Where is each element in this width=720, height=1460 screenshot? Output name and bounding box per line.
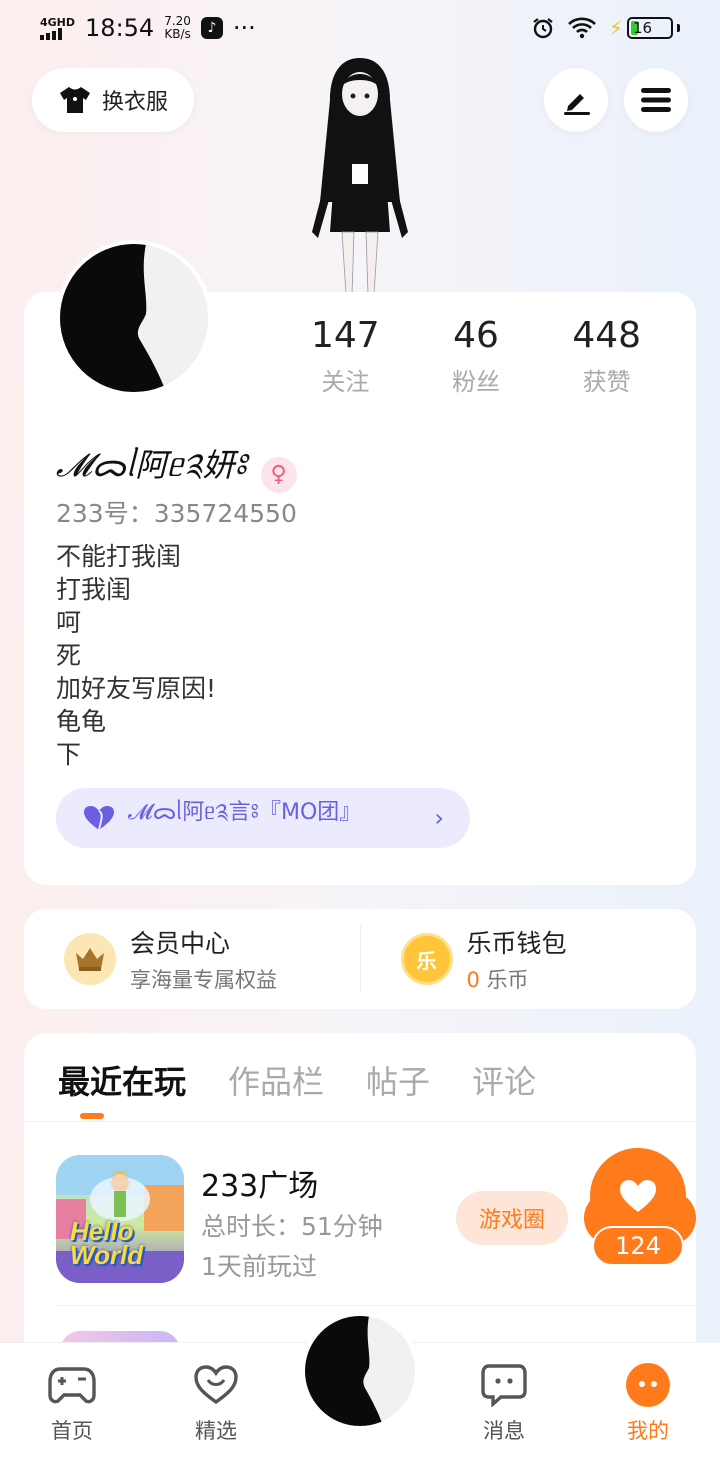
nav-messages[interactable]: 消息: [459, 1363, 549, 1445]
avatar-character-figure[interactable]: [290, 52, 430, 294]
gamepad-icon: [48, 1363, 96, 1407]
heart-outline-icon: [192, 1363, 240, 1407]
tab-recently-played[interactable]: 最近在玩: [58, 1057, 186, 1121]
center-avatar-button[interactable]: [300, 1311, 420, 1431]
divider: [24, 1121, 696, 1122]
tab-works[interactable]: 作品栏: [228, 1057, 324, 1121]
chevron-right-icon: ›: [434, 804, 444, 832]
vip-subtitle: 享海量专属权益: [130, 968, 277, 992]
pen-icon: [564, 94, 590, 115]
tiktok-icon: ♪: [200, 17, 223, 39]
bio-line: 下: [56, 740, 82, 769]
tab-bar: 最近在玩 作品栏 帖子 评论: [58, 1057, 536, 1121]
likes-label: 获赞: [582, 368, 631, 396]
game-duration: 总时长：51分钟: [201, 1212, 383, 1241]
user-id: 233号：335724550: [56, 499, 297, 528]
group-tag-button[interactable]: 𝓜ᯅᥣ阿ᥱ༉言ཿ『MO团』 ›: [56, 788, 470, 848]
signal-icon: [40, 27, 62, 40]
wallet-amount: 0: [466, 968, 480, 992]
game-name: 233广场: [201, 1169, 319, 1204]
profile-stats: 147 关注 46 粉丝 448 获赞: [280, 316, 672, 397]
status-right: ⚡ 16: [531, 16, 680, 40]
avatar: [305, 1316, 415, 1426]
battery-level: 16: [633, 19, 653, 37]
edit-profile-button[interactable]: [544, 68, 608, 132]
charging-icon: ⚡: [608, 16, 623, 40]
nav-home-label: 首页: [51, 1419, 93, 1443]
like-count: 124: [592, 1226, 684, 1266]
group-tag-label: 𝓜ᯅᥣ阿ᥱ༉言ཿ『MO团』: [128, 800, 362, 825]
more-notifications-icon: ···: [232, 14, 256, 42]
bio-line: 呵: [56, 608, 82, 637]
followers-stat[interactable]: 46 粉丝: [411, 316, 542, 397]
game-cover: Hello World: [56, 1155, 184, 1283]
wifi-icon: [568, 17, 596, 39]
likes-count: 448: [572, 315, 642, 356]
wallet-title: 乐币钱包: [466, 929, 567, 958]
tshirt-icon: [59, 87, 90, 113]
nav-featured[interactable]: 精选: [171, 1363, 261, 1445]
heart-icon: [620, 1180, 656, 1212]
like-float-button[interactable]: 124: [590, 1148, 686, 1266]
wallet-unit: 乐币: [486, 968, 529, 992]
status-left: 4GHD 18:54 7.20 KB/s ♪ ···: [40, 14, 256, 42]
bio-line: 打我闺: [56, 575, 132, 604]
nav-featured-label: 精选: [195, 1419, 237, 1443]
game-cover-title: Hello World: [70, 1218, 144, 1270]
following-stat[interactable]: 147 关注: [280, 316, 411, 397]
heart-icon: [84, 806, 114, 831]
following-count: 147: [310, 315, 380, 356]
coin-icon: 乐: [400, 933, 453, 985]
battery-indicator: ⚡ 16: [609, 16, 680, 40]
speed-unit: KB/s: [164, 27, 191, 41]
bottom-navigation: 首页 精选 消息 我的: [0, 1311, 720, 1460]
benefits-card: 会员中心 享海量专属权益 乐 乐币钱包 0 乐币: [24, 909, 696, 1009]
vip-center-entry[interactable]: 会员中心 享海量专属权益: [24, 909, 360, 1009]
status-bar: 4GHD 18:54 7.20 KB/s ♪ ··· ⚡ 16: [0, 0, 720, 56]
game-last-played: 1天前玩过: [201, 1252, 317, 1281]
game-circle-button[interactable]: 游戏圈: [456, 1191, 568, 1245]
change-outfit-label: 换衣服: [101, 90, 168, 115]
change-outfit-button[interactable]: 换衣服: [32, 68, 194, 132]
likes-stat[interactable]: 448 获赞: [541, 316, 672, 397]
followers-label: 粉丝: [452, 368, 500, 396]
hamburger-menu-icon: [641, 88, 671, 112]
nav-home[interactable]: 首页: [27, 1363, 117, 1445]
bio-line: 龟龟: [56, 707, 107, 736]
crown-icon: [64, 933, 116, 985]
alarm-icon: [533, 18, 553, 39]
bio-line: 死: [56, 641, 82, 670]
bio-line: 加好友写原因!: [56, 674, 217, 703]
nav-me[interactable]: 我的: [603, 1363, 693, 1445]
menu-button[interactable]: [624, 68, 688, 132]
vip-title: 会员中心: [130, 929, 231, 958]
battery-icon: 16: [627, 17, 673, 39]
profile-avatar[interactable]: [56, 240, 212, 396]
nav-messages-label: 消息: [483, 1419, 525, 1443]
wallet-entry[interactable]: 乐 乐币钱包 0 乐币: [361, 909, 697, 1009]
profile-face-icon: [624, 1363, 672, 1407]
following-label: 关注: [321, 368, 370, 396]
network-type: 4GHD: [40, 15, 76, 29]
network-speed: 7.20 KB/s: [164, 15, 191, 41]
active-tab-indicator: [80, 1113, 104, 1119]
network-indicator: 4GHD: [40, 17, 75, 40]
bio-line: 不能打我闺: [56, 542, 182, 571]
nav-me-label: 我的: [627, 1419, 669, 1443]
female-gender-icon: ♀: [260, 457, 297, 493]
wallet-balance: 0 乐币: [467, 964, 567, 994]
followers-count: 46: [453, 315, 499, 356]
divider: [56, 1305, 696, 1306]
tab-comments[interactable]: 评论: [472, 1057, 536, 1121]
clock: 18:54: [85, 14, 155, 42]
tab-posts[interactable]: 帖子: [366, 1057, 430, 1121]
avatar-image: [60, 244, 208, 392]
message-icon: [480, 1363, 528, 1407]
cover-title-line: World: [70, 1240, 144, 1270]
bio: 不能打我闺 打我闺 呵 死 加好友写原因! 龟龟 下: [56, 540, 216, 771]
